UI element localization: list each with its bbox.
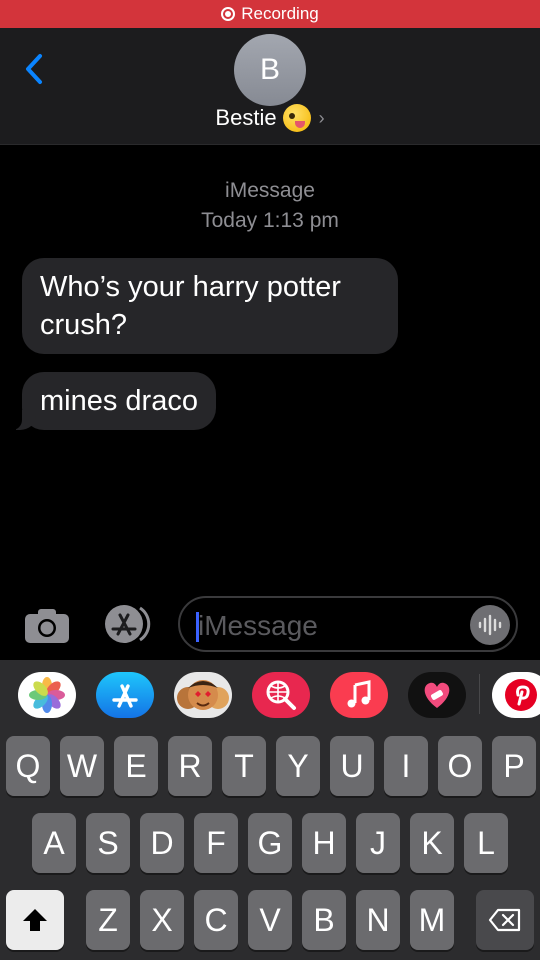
music-note-glyph — [347, 680, 371, 708]
pinterest-app-icon[interactable] — [492, 672, 540, 718]
photos-petals — [29, 677, 65, 713]
key-y[interactable]: Y — [276, 736, 320, 796]
timestamp: Today 1:13 pm — [201, 209, 339, 232]
key-v[interactable]: V — [248, 890, 292, 950]
camera-icon[interactable] — [24, 608, 70, 644]
key-b[interactable]: B — [302, 890, 346, 950]
key-d[interactable]: D — [140, 813, 184, 873]
key-c[interactable]: C — [194, 890, 238, 950]
message-input-placeholder: iMessage — [198, 610, 318, 641]
key-h[interactable]: H — [302, 813, 346, 873]
pinterest-glyph — [505, 679, 537, 711]
app-drawer — [0, 660, 540, 734]
avatar-initial: B — [259, 53, 280, 86]
chevron-right-icon: › — [318, 107, 325, 128]
key-e[interactable]: E — [114, 736, 158, 796]
app-store-glyph — [112, 684, 138, 708]
message-bubble[interactable]: mines draco — [12, 372, 216, 430]
audio-waveform-icon[interactable] — [470, 605, 510, 645]
message-bubble[interactable]: Who’s your harry potter crush? — [22, 258, 398, 354]
key-r[interactable]: R — [168, 736, 212, 796]
contact-name: Bestie — [215, 105, 277, 130]
heart-glyph — [424, 682, 450, 708]
contact-avatar[interactable]: B — [234, 34, 306, 106]
key-o[interactable]: O — [438, 736, 482, 796]
record-icon — [221, 7, 236, 21]
key-m[interactable]: M — [410, 890, 454, 950]
contact-name-button[interactable]: Bestie › — [0, 104, 540, 132]
service-label: iMessage — [225, 179, 315, 202]
key-i[interactable]: I — [384, 736, 428, 796]
heart-stickers-app-icon[interactable] — [408, 672, 466, 718]
keyboard-area: Q W E R T Y U I O P A S D F G H J K L Z … — [0, 660, 540, 960]
recording-indicator[interactable]: Recording — [0, 0, 540, 28]
conversation-header: B Bestie › — [0, 28, 540, 145]
key-x[interactable]: X — [140, 890, 184, 950]
key-z[interactable]: Z — [86, 890, 130, 950]
composer: iMessage — [0, 592, 540, 658]
key-a[interactable]: A — [32, 813, 76, 873]
key-k[interactable]: K — [410, 813, 454, 873]
shift-arrow-icon — [23, 909, 47, 931]
shift-key[interactable] — [6, 890, 64, 950]
backspace-icon — [488, 908, 521, 932]
memoji-faces — [177, 680, 229, 710]
memoji-app-icon[interactable] — [174, 672, 232, 718]
image-search-app-icon[interactable] — [252, 672, 310, 718]
app-drawer-divider — [479, 674, 480, 714]
waveform-glyph — [478, 614, 502, 636]
recording-label: Recording — [241, 4, 319, 23]
app-store-icon[interactable] — [100, 604, 152, 644]
key-t[interactable]: T — [222, 736, 266, 796]
key-s[interactable]: S — [86, 813, 130, 873]
zany-face-emoji-icon — [282, 104, 311, 132]
thread-meta: iMessage Today 1:13 pm — [0, 176, 540, 236]
app-store-app-icon[interactable] — [96, 672, 154, 718]
message-text: Who’s your harry potter crush? — [40, 271, 341, 341]
key-u[interactable]: U — [330, 736, 374, 796]
key-q[interactable]: Q — [6, 736, 50, 796]
message-input[interactable]: iMessage — [178, 596, 518, 652]
back-chevron-icon[interactable] — [20, 52, 50, 86]
key-w[interactable]: W — [60, 736, 104, 796]
key-n[interactable]: N — [356, 890, 400, 950]
key-l[interactable]: L — [464, 813, 508, 873]
key-p[interactable]: P — [492, 736, 536, 796]
delete-key[interactable] — [476, 890, 534, 950]
message-text: mines draco — [40, 385, 198, 417]
photos-app-icon[interactable] — [18, 672, 76, 718]
key-j[interactable]: J — [356, 813, 400, 873]
music-app-icon[interactable] — [330, 672, 388, 718]
globe-search-glyph — [266, 680, 296, 710]
key-g[interactable]: G — [248, 813, 292, 873]
key-f[interactable]: F — [194, 813, 238, 873]
